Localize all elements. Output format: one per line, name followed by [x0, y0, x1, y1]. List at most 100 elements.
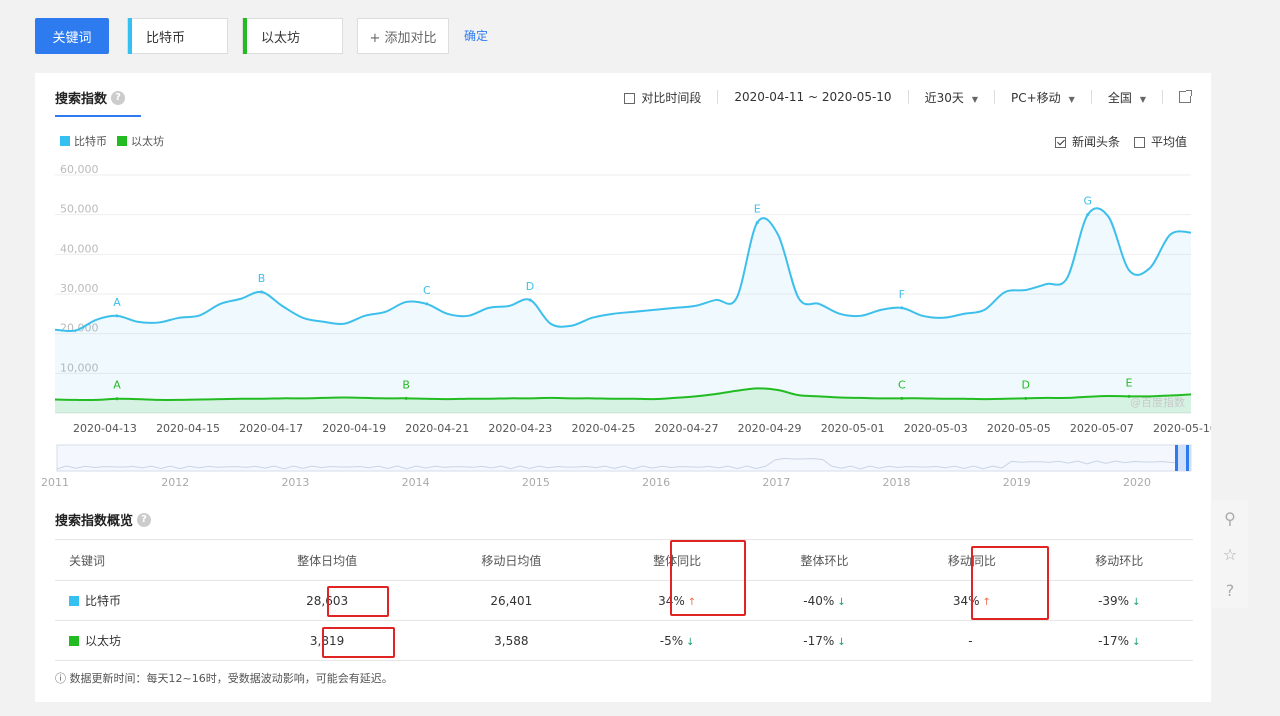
news-marker-label: G [1083, 195, 1092, 208]
highlight-box [327, 586, 389, 617]
x-tick-label: 2020-05-07 [1070, 422, 1134, 435]
navigator-year-label: 2016 [642, 476, 670, 489]
keyword-label: 以太坊 [85, 634, 122, 648]
news-marker-dot [404, 396, 408, 400]
news-marker-dot [528, 298, 532, 302]
x-tick-label: 2020-04-27 [655, 422, 719, 435]
arrow-down-icon: ↓ [837, 596, 846, 608]
search-index-card: 搜索指数 ? 对比时间段 2020-04-11 ~ 2020-05-10 近30… [35, 73, 1211, 702]
news-marker-dot [755, 221, 759, 225]
news-marker-label: C [898, 378, 906, 391]
y-tick-label: 40,000 [60, 242, 99, 255]
cell-keyword: 以太坊 [55, 620, 235, 661]
x-tick-label: 2020-05-01 [821, 422, 885, 435]
search-index-chart[interactable]: 60,00050,00040,00030,00020,00010,0002020… [35, 73, 1211, 498]
table-row: 以太坊 3,819 3,588 -5% ↓ -17% ↓ - -17% ↓ [55, 620, 1193, 661]
cell-overall-mom: -40% ↓ [750, 580, 899, 621]
keyword-color-bar [243, 18, 247, 54]
news-marker-label: A [113, 296, 121, 309]
x-tick-label: 2020-05-10 [1153, 422, 1211, 435]
news-marker-label: E [1126, 376, 1133, 389]
arrow-down-icon: ↓ [1132, 636, 1141, 648]
navigator-year-label: 2020 [1123, 476, 1151, 489]
x-tick-label: 2020-04-29 [738, 422, 802, 435]
section-title-overview: 搜索指数概览 ? [55, 510, 152, 529]
value: -17% [803, 633, 835, 648]
news-marker-dot [900, 306, 904, 310]
cell-overall-mom: -17% ↓ [750, 620, 899, 661]
navigator-year-label: 2015 [522, 476, 550, 489]
navigator-year-label: 2014 [402, 476, 430, 489]
keyword-chip-bitcoin[interactable]: 比特币 [127, 18, 228, 54]
highlight-box [670, 540, 746, 616]
y-tick-label: 30,000 [60, 282, 99, 295]
watermark: @百度指数 [1130, 395, 1185, 409]
arrow-down-icon: ↓ [686, 636, 695, 648]
x-tick-label: 2020-04-21 [405, 422, 469, 435]
x-tick-label: 2020-04-25 [571, 422, 635, 435]
share-icon[interactable]: ⚲ [1224, 509, 1236, 528]
keyword-chip-label: 以太坊 [261, 30, 301, 46]
y-tick-label: 60,000 [60, 163, 99, 176]
cell-overall-yoy: -5% ↓ [603, 620, 751, 661]
overview-title: 搜索指数概览 [55, 514, 134, 529]
col-keyword: 关键词 [55, 539, 235, 581]
news-marker-label: B [258, 272, 266, 285]
value: -39% [1098, 593, 1130, 608]
navigator-year-label: 2011 [41, 476, 69, 489]
navigator-year-label: 2018 [883, 476, 911, 489]
news-marker-label: D [526, 280, 534, 293]
keyword-tab-button[interactable]: 关键词 [35, 18, 109, 54]
value: -40% [803, 593, 835, 608]
news-marker-label: B [402, 378, 410, 391]
help-circle-icon[interactable]: ? [1226, 581, 1235, 600]
x-tick-label: 2020-05-03 [904, 422, 968, 435]
x-tick-label: 2020-04-19 [322, 422, 386, 435]
news-marker-dot [115, 397, 119, 401]
update-note: ⓘ 数据更新时间：每天12~16时，受数据波动影响，可能会有延迟。 [55, 672, 393, 685]
arrow-down-icon: ↓ [837, 636, 846, 648]
col-overall-avg: 整体日均值 [235, 539, 420, 581]
navigator-handle-left [1175, 445, 1178, 471]
news-marker-label: D [1022, 378, 1030, 391]
news-marker-label: F [899, 288, 905, 301]
news-marker-dot [1086, 213, 1090, 217]
news-marker-dot [115, 314, 119, 318]
navigator-year-label: 2012 [161, 476, 189, 489]
highlight-box [322, 627, 395, 658]
add-compare-button[interactable]: + 添加对比 [357, 18, 449, 54]
cell-mobile-mom: -17% ↓ [1045, 620, 1193, 661]
news-marker-label: E [754, 203, 761, 216]
x-tick-label: 2020-05-05 [987, 422, 1051, 435]
keyword-swatch [69, 596, 79, 606]
x-tick-label: 2020-04-13 [73, 422, 137, 435]
value: - [968, 633, 973, 648]
col-mobile-mom: 移动环比 [1045, 539, 1193, 581]
navigator-year-label: 2013 [281, 476, 309, 489]
highlight-box [971, 546, 1049, 620]
cell-mobile-mom: -39% ↓ [1045, 580, 1193, 621]
star-icon[interactable]: ☆ [1223, 545, 1237, 564]
navigator-handle-right [1186, 445, 1189, 471]
cell-mobile-avg: 3,588 [419, 620, 604, 661]
confirm-link[interactable]: 确定 [464, 27, 488, 44]
keyword-swatch [69, 636, 79, 646]
help-icon[interactable]: ? [137, 512, 152, 527]
news-marker-dot [1024, 396, 1028, 400]
cell-mobile-avg: 26,401 [419, 580, 604, 621]
arrow-down-icon: ↓ [1132, 596, 1141, 608]
value: -17% [1098, 633, 1130, 648]
x-tick-label: 2020-04-17 [239, 422, 303, 435]
news-marker-dot [260, 290, 264, 294]
cell-mobile-yoy: - [898, 620, 1046, 661]
col-overall-mom: 整体环比 [750, 539, 899, 581]
news-marker-dot [900, 396, 904, 400]
cell-keyword: 比特币 [55, 580, 235, 621]
keyword-color-bar [128, 18, 132, 54]
keyword-chip-ethereum[interactable]: 以太坊 [242, 18, 343, 54]
keyword-chip-label: 比特币 [146, 30, 186, 46]
navigator-year-label: 2019 [1003, 476, 1031, 489]
x-tick-label: 2020-04-23 [488, 422, 552, 435]
y-tick-label: 50,000 [60, 203, 99, 216]
keyword-label: 比特币 [85, 594, 122, 608]
